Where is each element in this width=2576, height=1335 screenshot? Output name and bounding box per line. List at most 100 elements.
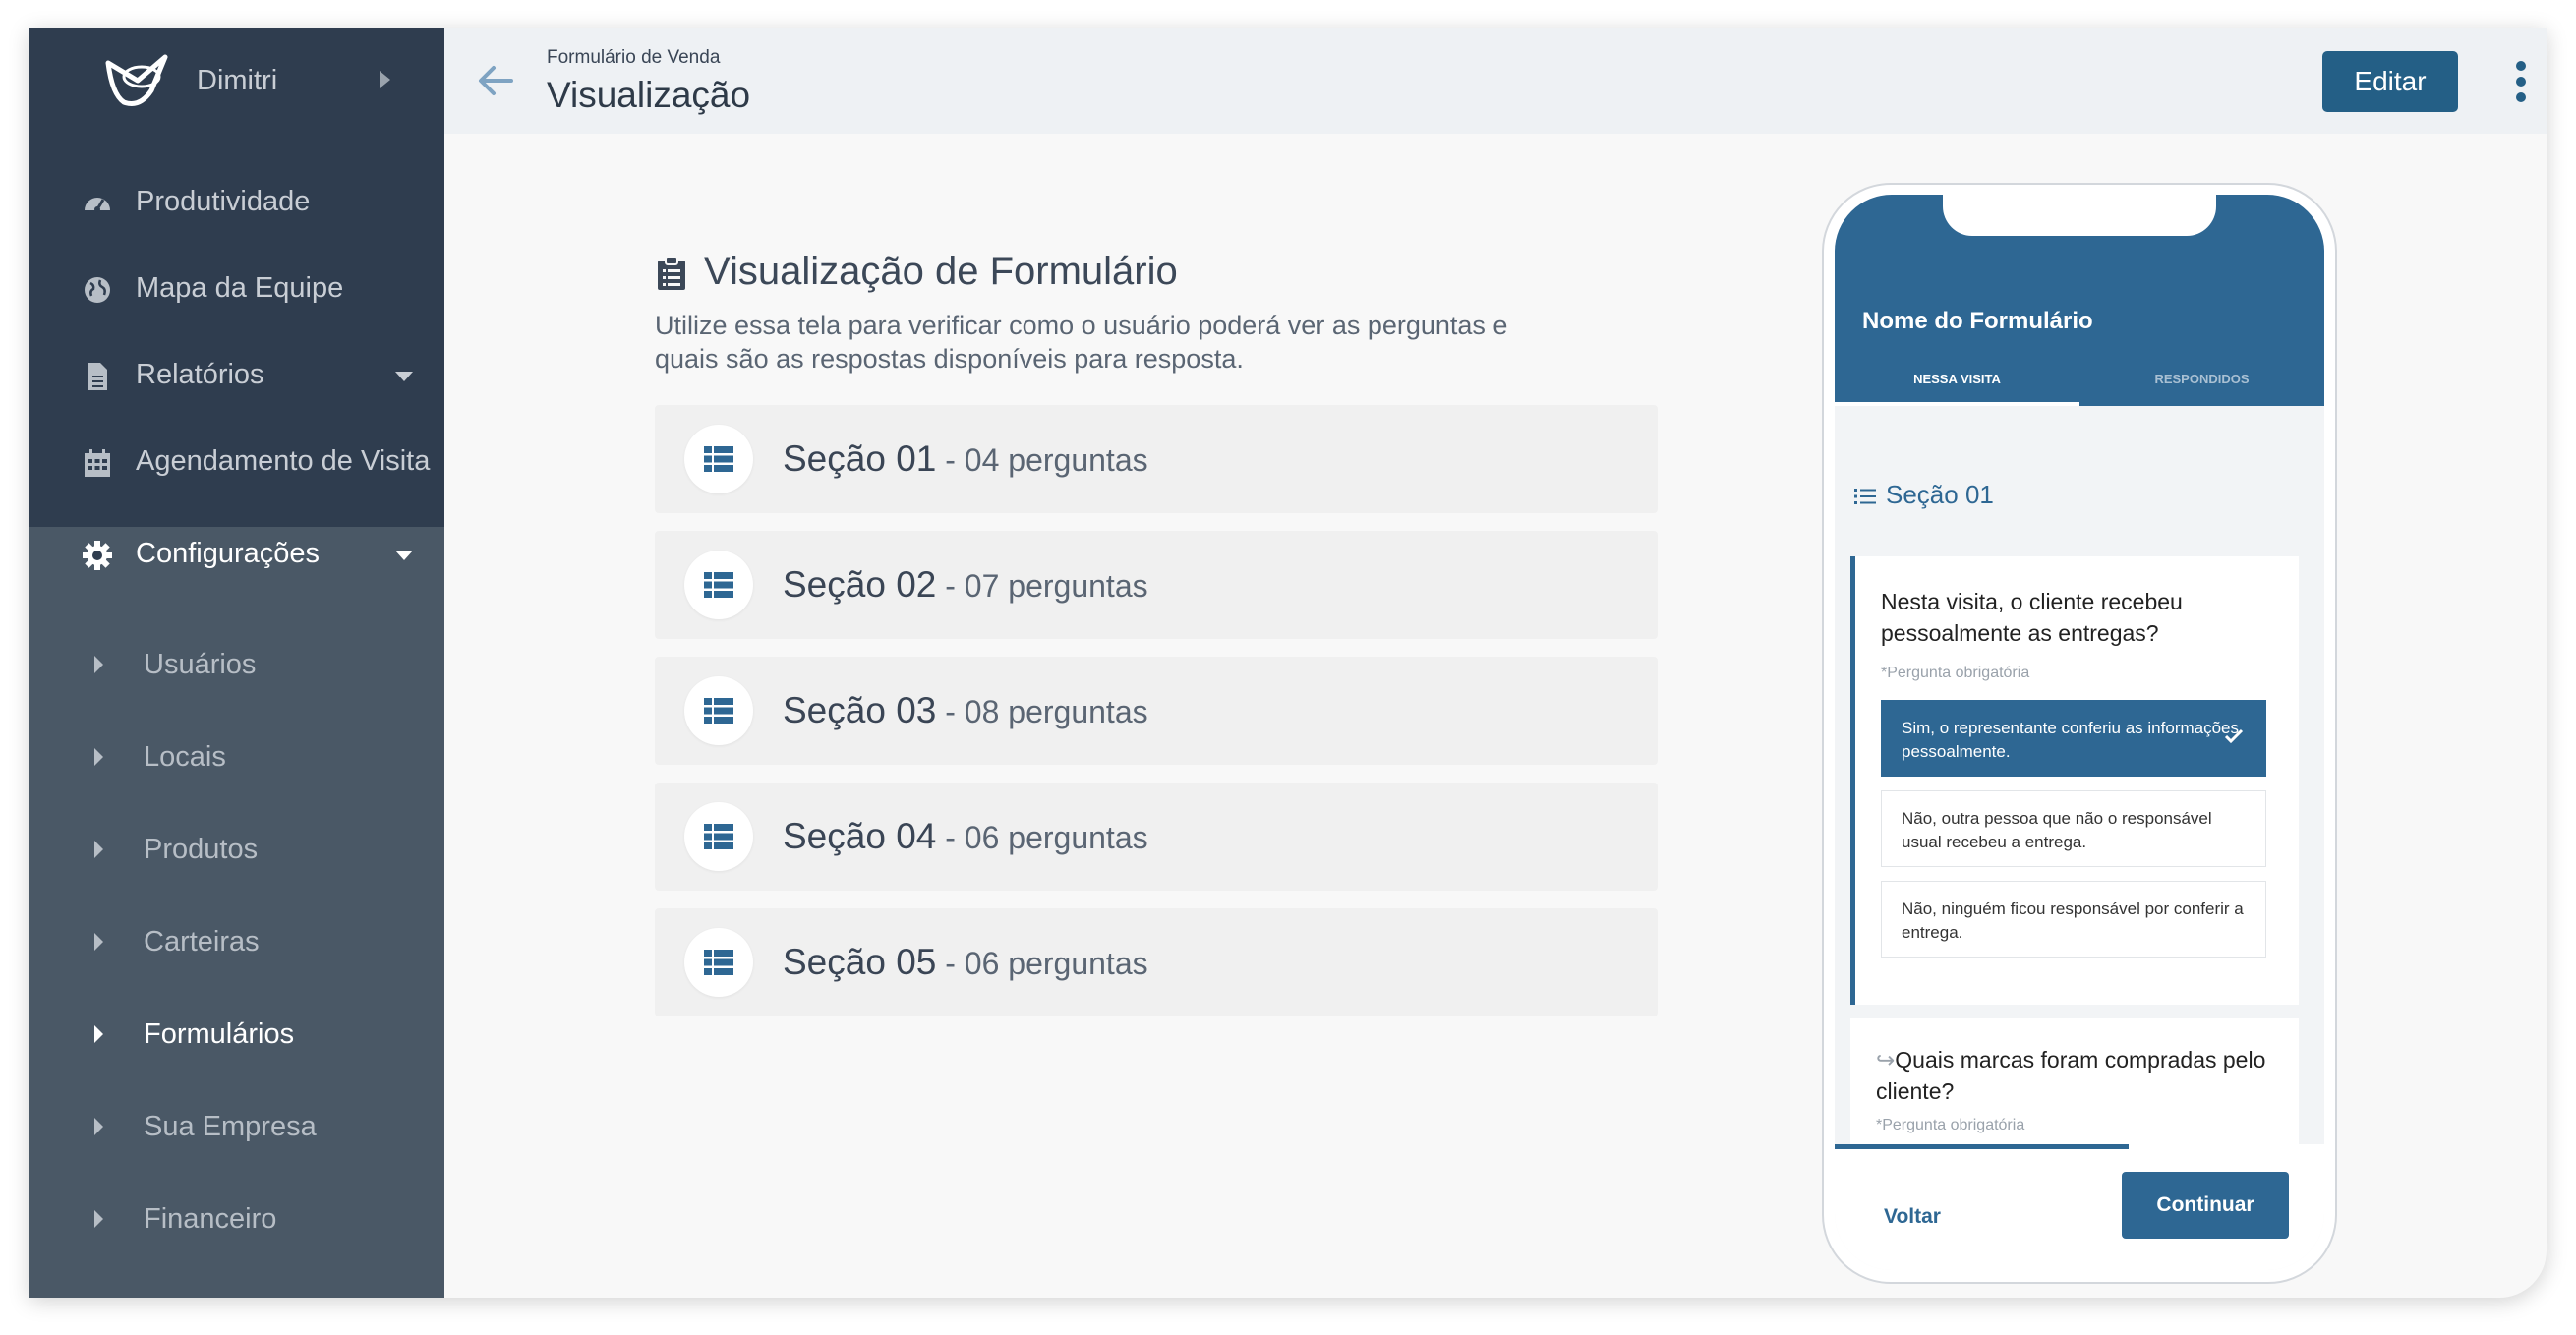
globe-icon [85,277,110,303]
chevron-down-icon [395,372,413,381]
page-header: Formulário de Venda Visualização Editar [444,28,2547,134]
subquestion-arrow-icon: ↪ [1876,1047,1896,1073]
calendar-icon [85,449,110,477]
section-icon-circle [684,551,753,619]
preview-section-title: Seção 01 [1854,480,1994,510]
sub-item-label: Carteiras [144,926,260,958]
clipboard-icon [658,256,685,290]
sub-item-label: Sua Empresa [144,1111,317,1142]
preview-form-name: Nome do Formulário [1862,308,2093,334]
caret-right-icon [94,1118,103,1135]
section-row[interactable]: Seção 04 - 06 perguntas [655,783,1658,891]
back-button[interactable]: Voltar [1884,1205,1941,1229]
tab-nessa-visita[interactable]: NESSA VISITA [1835,372,2079,406]
caret-right-icon [94,1025,103,1043]
required-note: *Pergunta obrigatória [1876,1117,2025,1133]
caret-right-icon [94,841,103,858]
breadcrumb[interactable]: Formulário de Venda [547,47,720,69]
form-view-description: Utilize essa tela para verificar como o … [655,311,1508,374]
list-icon [704,950,733,975]
question-text: Nesta visita, o cliente recebeu pessoalm… [1881,589,2183,646]
phone-screen: Nome do Formulário NESSA VISITA RESPONDI… [1835,195,2324,1270]
section-name: Seção 04 [783,816,937,856]
answer-option-label: Sim, o representante conferiu as informa… [1902,719,2240,761]
required-note: *Pergunta obrigatória [1881,665,2030,681]
nav-configuracoes[interactable]: Configurações [29,511,444,600]
answer-option-selected[interactable]: Sim, o representante conferiu as informa… [1881,700,2266,777]
page-title: Visualização [547,75,751,115]
sub-item-formularios[interactable]: Formulários [29,995,444,1074]
section-row[interactable]: Seção 02 - 07 perguntas [655,531,1658,639]
caret-right-icon [94,1210,103,1228]
nav-label: Produtividade [136,186,311,217]
app-window: Dimitri Produtividade Mapa da Equipe Rel… [29,28,2547,1298]
more-options-icon[interactable] [2509,61,2533,104]
user-menu[interactable]: Dimitri [29,28,444,136]
edit-button[interactable]: Editar [2322,51,2458,112]
sub-item-locais[interactable]: Locais [29,718,444,796]
sub-item-label: Financeiro [144,1203,277,1235]
progress-bar [1835,1144,2129,1149]
brand-logo-icon [105,54,168,106]
sub-item-label: Formulários [144,1018,295,1050]
section-count: - 06 perguntas [936,820,1148,855]
list-icon [1854,489,1876,505]
gear-icon [83,541,112,570]
list-icon [704,446,733,472]
section-count: - 06 perguntas [936,946,1148,981]
preview-header: Nome do Formulário NESSA VISITA RESPONDI… [1835,195,2324,406]
check-icon [2224,728,2244,744]
nav-agendamento-de-visita[interactable]: Agendamento de Visita [29,419,444,507]
caret-right-icon [94,933,103,951]
caret-right-icon [380,71,390,88]
answer-option-label: Não, ninguém ficou responsável por confe… [1902,900,2244,942]
section-count: - 08 perguntas [936,694,1148,729]
question-label: Quais marcas foram compradas pelo client… [1876,1047,2266,1104]
section-count: - 04 perguntas [936,442,1148,478]
section-name: Seção 02 [783,564,937,605]
document-icon [88,363,107,390]
nav-label: Agendamento de Visita [136,445,431,477]
sub-item-label: Produtos [144,834,259,865]
sub-item-sua-empresa[interactable]: Sua Empresa [29,1087,444,1166]
section-name: Seção 03 [783,690,937,730]
phone-notch [1943,195,2216,236]
caret-right-icon [94,748,103,766]
section-row[interactable]: Seção 05 - 06 perguntas [655,908,1658,1016]
preview-section-label: Seção 01 [1886,480,1994,509]
section-icon-circle [684,425,753,493]
chevron-down-icon [395,551,413,560]
continue-button[interactable]: Continuar [2122,1172,2289,1239]
sub-item-label: Locais [144,741,226,773]
tab-respondidos[interactable]: RESPONDIDOS [2079,372,2324,406]
section-count: - 07 perguntas [936,568,1148,604]
nav-produtividade[interactable]: Produtividade [29,159,444,248]
section-name: Seção 01 [783,438,937,479]
sub-item-carteiras[interactable]: Carteiras [29,902,444,981]
list-icon [704,824,733,849]
section-name: Seção 05 [783,942,937,982]
nav-mapa-da-equipe[interactable]: Mapa da Equipe [29,246,444,334]
back-arrow-icon[interactable] [476,61,515,100]
user-name: Dimitri [197,65,278,96]
sub-item-financeiro[interactable]: Financeiro [29,1180,444,1258]
section-icon-circle [684,676,753,745]
section-row[interactable]: Seção 01 - 04 perguntas [655,405,1658,513]
speedometer-icon [85,198,110,212]
sidebar: Dimitri Produtividade Mapa da Equipe Rel… [29,28,444,1298]
section-row[interactable]: Seção 03 - 08 perguntas [655,657,1658,765]
sub-item-produtos[interactable]: Produtos [29,810,444,889]
nav-relatorios[interactable]: Relatórios [29,332,444,421]
caret-right-icon [94,656,103,673]
preview-footer: Voltar Continuar [1835,1144,2324,1270]
answer-option[interactable]: Não, ninguém ficou responsável por confe… [1881,881,2266,958]
sub-item-usuarios[interactable]: Usuários [29,625,444,704]
section-icon-circle [684,928,753,997]
section-icon-circle [684,802,753,871]
nav-label: Mapa da Equipe [136,272,344,304]
question-text: ↪Quais marcas foram compradas pelo clien… [1876,1044,2279,1107]
answer-option[interactable]: Não, outra pessoa que não o responsável … [1881,790,2266,867]
answer-option-label: Não, outra pessoa que não o responsável … [1902,809,2212,851]
sub-item-label: Usuários [144,649,257,680]
list-icon [704,698,733,724]
